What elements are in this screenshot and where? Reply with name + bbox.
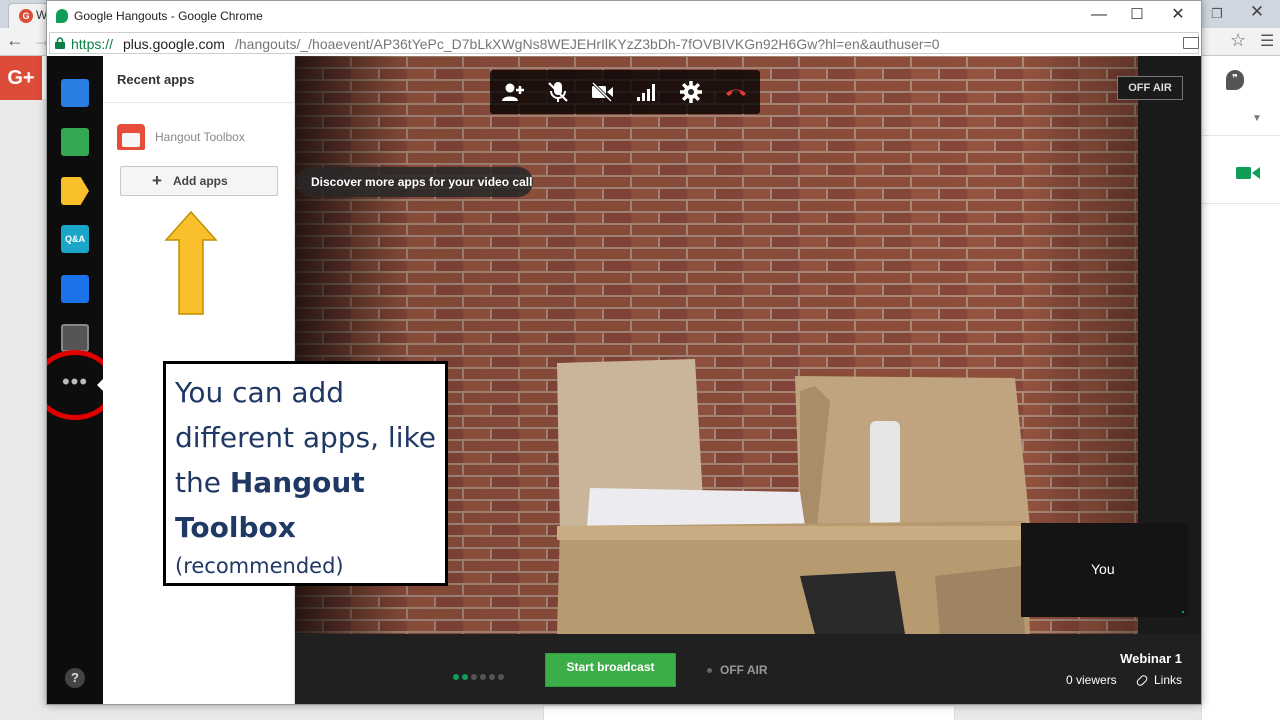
toolbox-app-icon [117,124,145,150]
start-broadcast-button[interactable]: Start broadcast [545,653,676,687]
recent-app-hangout-toolbox[interactable]: Hangout Toolbox [115,122,285,152]
background-page-fragment [543,705,955,720]
discover-apps-tooltip: Discover more apps for your video call [297,167,533,197]
lock-icon [55,37,65,49]
progress-dot [471,674,477,680]
chat-icon[interactable] [61,79,89,107]
hangouts-quote-icon[interactable]: ❞ [1226,70,1244,90]
popup-title-bar: Google Hangouts - Google Chrome — ☐ ✕ [47,1,1201,31]
links-button[interactable]: Links [1135,673,1183,688]
callout-note: (recommended) [175,554,344,578]
hangout-app: Q&A ••• ? Recent apps Hangout Toolbox + … [47,56,1201,704]
invite-people-icon[interactable] [501,80,525,104]
app-rail: Q&A ••• ? [47,56,116,704]
plus-icon: + [152,171,162,190]
address-bar[interactable]: https:// plus.google.com /hangouts/_/hoa… [49,32,1199,54]
qa-icon[interactable]: Q&A [61,225,89,253]
toolbox-wrench-icon[interactable] [61,275,89,303]
effects-tag-icon[interactable] [61,177,89,205]
viewers-count: 0 viewers [1066,673,1117,687]
cast-icon[interactable] [1183,37,1199,49]
status-dot [1182,611,1184,613]
close-window-icon[interactable]: ✕ [1245,2,1269,24]
popup-window-title: Google Hangouts - Google Chrome [74,9,263,23]
broadcast-status-label: OFF AIR [720,663,768,677]
divider [103,102,295,103]
bookmark-star-icon[interactable]: ☆ [1230,30,1246,51]
progress-dot [498,674,504,680]
progress-dot [480,674,486,680]
url-path: /hangouts/_/hoaevent/AP36tYePc_D7bLkXWgN… [235,36,940,52]
setup-progress-dots [453,667,513,680]
yellow-up-arrow [164,210,218,315]
instruction-callout: You can add different apps, like the Han… [163,361,448,586]
hangouts-app-icon [56,9,68,23]
screenshare-icon[interactable] [61,128,89,156]
progress-dot [453,674,459,680]
progress-dot [489,674,495,680]
toolbox-icon-body [122,133,140,147]
bandwidth-signal-icon[interactable] [635,80,659,104]
help-icon[interactable]: ? [65,668,85,688]
recent-app-label: Hangout Toolbox [155,130,245,144]
hang-up-icon[interactable] [724,80,748,104]
settings-gear-icon[interactable] [679,80,703,104]
add-apps-label: Add apps [173,174,228,188]
gplus-logo[interactable]: G+ [0,56,42,100]
back-arrow-icon[interactable]: ← [6,30,24,51]
hangouts-popup-window: Google Hangouts - Google Chrome — ☐ ✕ ht… [46,0,1202,705]
minimize-icon[interactable]: — [1084,4,1114,26]
close-icon[interactable]: ✕ [1163,4,1193,26]
recent-apps-header: Recent apps [117,72,195,87]
off-air-badge: OFF AIR [1117,76,1183,100]
maximize-icon[interactable]: ☐ [1122,4,1152,26]
control-room-icon[interactable] [61,324,89,352]
turn-off-camera-icon[interactable] [590,80,614,104]
progress-dot [462,674,468,680]
broadcast-status: OFF AIR [707,663,768,677]
url-host: plus.google.com [123,36,225,52]
divider [1201,203,1280,204]
dropdown-caret-icon[interactable]: ▼ [1252,113,1262,124]
video-camera-icon[interactable] [1236,165,1260,181]
mute-microphone-icon[interactable] [546,80,570,104]
status-dot [707,668,712,674]
add-apps-button[interactable]: + Add apps [120,166,278,196]
background-tab[interactable]: G W [8,3,48,28]
background-right-panel [1201,56,1280,720]
callout-text: You can add different apps, like the Han… [175,370,445,550]
gplus-favicon-icon: G [19,9,33,23]
self-view-thumbnail[interactable]: You [1021,523,1188,617]
link-icon [1135,674,1149,688]
restore-window-icon[interactable]: ❐ [1208,6,1226,22]
broadcast-title: Webinar 1 [1120,651,1182,666]
self-view-label: You [1091,561,1115,577]
broadcast-bar: Start broadcast OFF AIR Webinar 1 0 view… [295,634,1201,704]
url-scheme: https:// [71,36,114,52]
links-label: Links [1154,673,1183,687]
divider [1201,135,1280,136]
call-controls-toolbar [490,70,760,114]
browser-menu-icon[interactable]: ☰ [1260,31,1274,51]
